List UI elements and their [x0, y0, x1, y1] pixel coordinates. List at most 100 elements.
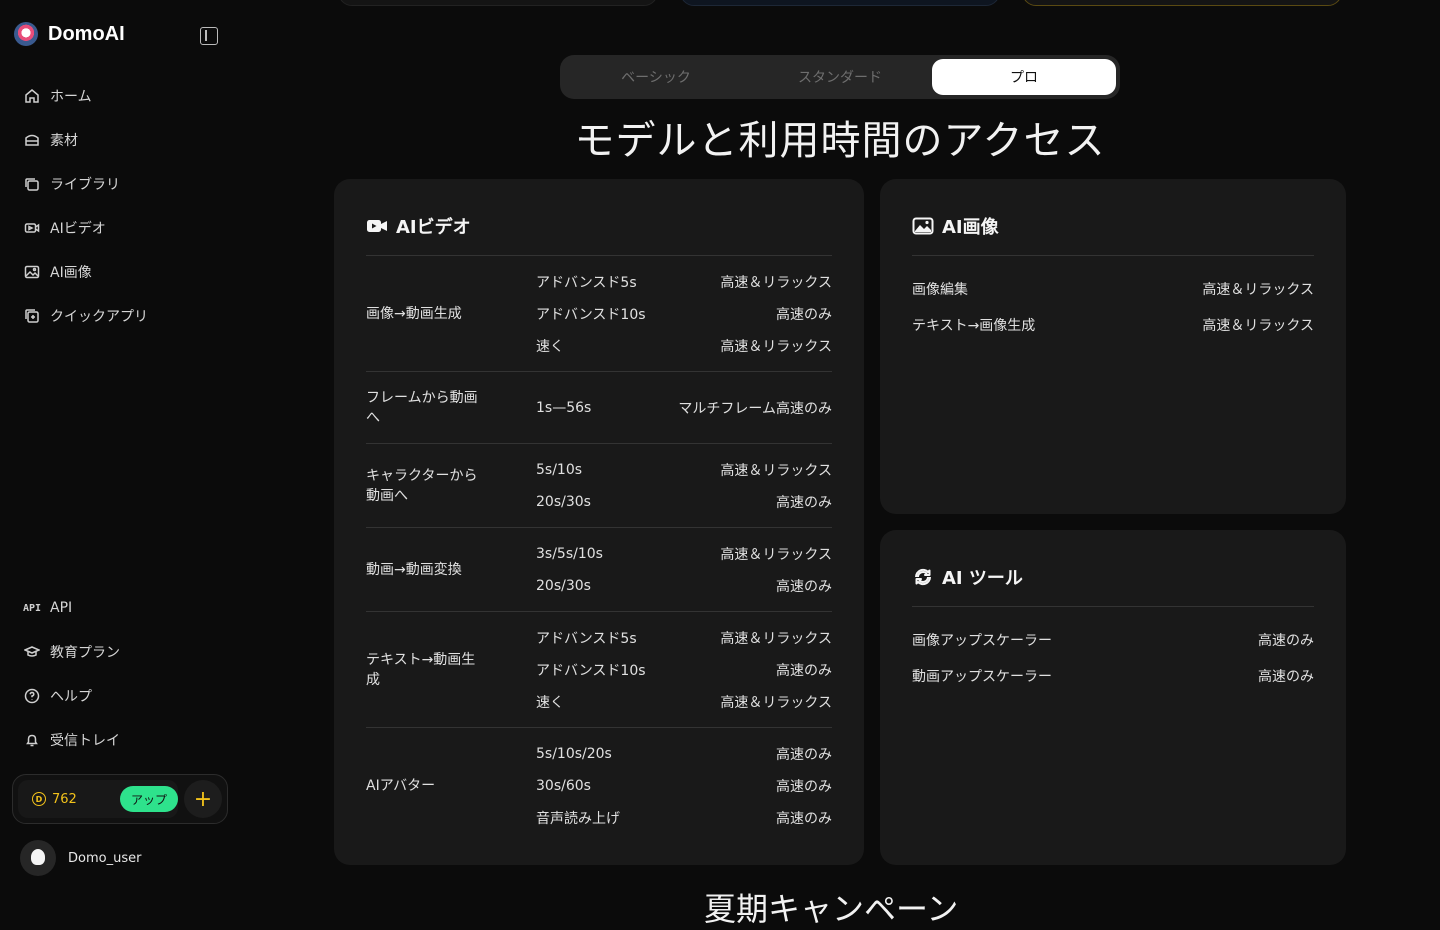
model-variant: 3s/5s/10s: [536, 546, 603, 562]
card-header: AI画像: [912, 213, 999, 239]
list-item: テキスト→画像生成 高速＆リラックス: [912, 307, 1314, 343]
card-title: AI ツール: [942, 568, 1023, 589]
section-title: モデルと利用時間のアクセス: [574, 118, 1106, 164]
feature-name: テキスト→画像生成: [912, 318, 1036, 334]
model-variant: 1s—56s: [536, 400, 592, 416]
sidebar-item-label: ヘルプ: [50, 689, 92, 705]
table-row: 20s/30s 高速のみ: [536, 486, 832, 518]
model-variant: アドバンスド10s: [536, 663, 646, 679]
bell-icon: [24, 732, 40, 748]
model-variant: 20s/30s: [536, 578, 591, 594]
sidebar-item-api[interactable]: API API: [22, 586, 120, 630]
ai-video-card: AIビデオ 画像→動画生成 アドバンスド5s 高速＆リラックス アドバンスド10s 高速…: [334, 179, 864, 865]
access-mode: 高速＆リラックス: [720, 547, 832, 563]
sidebar-item-education[interactable]: 教育プラン: [24, 630, 120, 674]
sidebar-item-inbox[interactable]: 受信トレイ: [24, 718, 120, 762]
list-item: 動画アップスケーラー 高速のみ: [912, 658, 1314, 694]
tab-pro[interactable]: プロ: [932, 59, 1116, 95]
sidebar-collapse-icon[interactable]: [200, 27, 218, 45]
feature-group: テキスト→動画生成 アドバンスド5s 高速＆リラックスアドバンスド10s 高速のみ速く…: [366, 612, 832, 728]
api-icon: API: [22, 602, 42, 614]
credit-box: D 762 アップ +: [12, 774, 228, 824]
list-item: 画像アップスケーラー 高速のみ: [912, 622, 1314, 658]
card-title: AIビデオ: [396, 217, 471, 238]
library-icon: [24, 176, 40, 192]
access-mode: 高速＆リラックス: [1202, 318, 1314, 334]
table-row: 5s/10s 高速＆リラックス: [536, 454, 832, 486]
feature-group: AIアバター 5s/10s/20s 高速のみ 30s/60s 高速のみ 音声読み上げ 高速の…: [366, 728, 832, 844]
table-row: 速く 高速＆リラックス: [536, 330, 832, 362]
brand-name: DomoAI: [48, 22, 125, 45]
list-item: 画像編集 高速＆リラックス: [912, 271, 1314, 307]
model-variant: 5s/10s: [536, 462, 583, 478]
table-row: アドバンスド10s 高速のみ: [536, 654, 832, 686]
access-mode: 高速のみ: [776, 747, 832, 763]
access-mode: 高速のみ: [776, 307, 832, 323]
access-mode: 高速＆リラックス: [1202, 282, 1314, 298]
divider: [912, 255, 1314, 256]
feature-name: フレームから動画へ: [366, 389, 478, 426]
model-variant: 速く: [536, 695, 564, 711]
sidebar-item-label: 教育プラン: [50, 645, 120, 661]
credit-count: 762: [52, 791, 77, 807]
feature-name: キャラクターから動画へ: [366, 467, 478, 504]
table-row: 30s/60s 高速のみ: [536, 770, 832, 802]
access-mode: 高速＆リラックス: [720, 275, 832, 291]
user-profile[interactable]: Domo_user: [20, 840, 141, 876]
access-mode: 高速＆リラックス: [720, 631, 832, 647]
sidebar-item-label: AI画像: [50, 265, 92, 281]
credit-balance[interactable]: D 762 アップ: [18, 780, 178, 818]
feature-name: 画像→動画生成: [366, 305, 462, 322]
model-variant: アドバンスド10s: [536, 307, 646, 323]
upgrade-button[interactable]: アップ: [120, 786, 178, 812]
feature-group: フレームから動画へ 1s—56s マルチフレーム高速のみ: [366, 372, 832, 444]
avatar: [20, 840, 56, 876]
sidebar-item-label: 受信トレイ: [50, 733, 120, 749]
model-variant: 5s/10s/20s: [536, 746, 612, 762]
access-mode: 高速のみ: [776, 811, 832, 827]
feature-group: 画像→動画生成 アドバンスド5s 高速＆リラックスアドバンスド10s 高速のみ速く 高速…: [366, 256, 832, 372]
table-row: 速く 高速＆リラックス: [536, 686, 832, 718]
sidebar-item-label: ライブラリ: [50, 177, 120, 193]
model-variant: 20s/30s: [536, 494, 591, 510]
ai-image-card: AI画像 画像編集 高速＆リラックス テキスト→画像生成 高速＆リラックス: [880, 179, 1346, 514]
brand[interactable]: DomoAI: [14, 22, 125, 46]
access-mode: 高速＆リラックス: [720, 463, 832, 479]
sidebar-bottom-nav: API API 教育プラン ヘルプ 受信トレイ: [22, 586, 120, 762]
card-title: AI画像: [942, 217, 999, 238]
home-icon: [24, 88, 40, 104]
tab-standard[interactable]: スタンダード: [748, 59, 932, 95]
refresh-sparkle-icon: [914, 568, 932, 586]
video-camera-icon: [367, 220, 387, 232]
feature-name: 動画→動画変換: [366, 561, 462, 578]
table-row: アドバンスド5s 高速＆リラックス: [536, 266, 832, 298]
sidebar-item-ai-video[interactable]: AIビデオ: [24, 206, 148, 250]
feature-group: キャラクターから動画へ 5s/10s 高速＆リラックス 20s/30s 高速のみ: [366, 444, 832, 528]
table-row: 音声読み上げ 高速のみ: [536, 802, 832, 834]
user-name: Domo_user: [68, 850, 142, 866]
access-mode: 高速のみ: [1258, 633, 1314, 649]
tab-basic[interactable]: ベーシック: [564, 59, 748, 95]
access-mode: 高速のみ: [776, 779, 832, 795]
access-mode: 高速のみ: [776, 663, 832, 679]
add-credits-button[interactable]: +: [184, 780, 222, 818]
access-mode: 高速のみ: [776, 495, 832, 511]
table-row: アドバンスド5s 高速＆リラックス: [536, 622, 832, 654]
sidebar-item-label: API: [50, 600, 73, 616]
sidebar-item-ai-image[interactable]: AI画像: [24, 250, 148, 294]
access-mode: マルチフレーム高速のみ: [678, 401, 832, 417]
sidebar-item-label: ホーム: [50, 89, 92, 105]
access-mode: 高速のみ: [1258, 669, 1314, 685]
card-header: AI ツール: [912, 564, 1023, 590]
feature-name: テキスト→動画生成: [366, 651, 476, 688]
table-row: 20s/30s 高速のみ: [536, 570, 832, 602]
sidebar-item-quick-app[interactable]: クイックアプリ: [24, 294, 148, 338]
model-variant: 音声読み上げ: [536, 811, 620, 827]
sidebar-item-help[interactable]: ヘルプ: [24, 674, 120, 718]
model-variant: アドバンスド5s: [536, 275, 637, 291]
model-variant: アドバンスド5s: [536, 631, 637, 647]
coin-icon: D: [32, 792, 46, 806]
sidebar-item-library[interactable]: ライブラリ: [24, 162, 148, 206]
video-icon: [24, 220, 40, 236]
image-icon: [912, 217, 934, 235]
